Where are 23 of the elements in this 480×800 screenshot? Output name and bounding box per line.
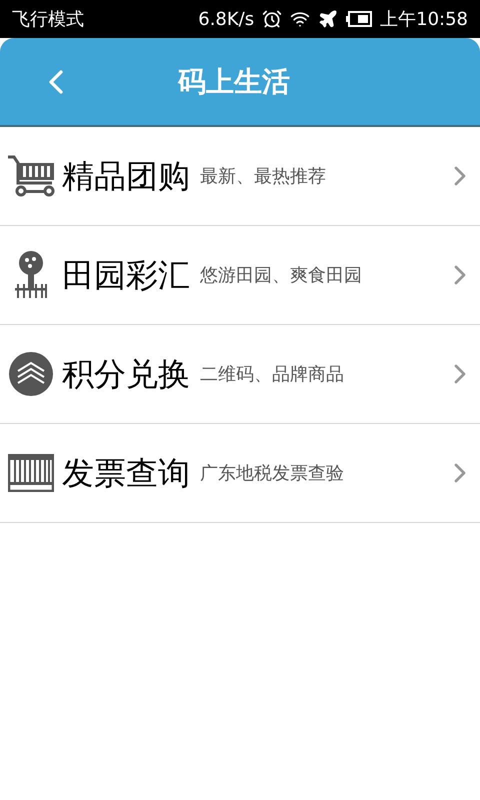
logo-icon (8, 351, 54, 397)
menu-item[interactable]: 田园彩汇 悠游田园、爽食田园 (0, 226, 480, 325)
invoice-icon (8, 454, 54, 492)
item-subtitle: 二维码、品牌商品 (200, 362, 344, 386)
item-title: 发票查询 (62, 453, 190, 494)
tree-icon (13, 250, 49, 300)
item-subtitle: 广东地税发票查验 (200, 462, 344, 486)
alarm-icon (262, 9, 282, 29)
header-title: 码上生活 (178, 64, 290, 100)
cart-icon (6, 154, 56, 198)
menu-item[interactable]: 积分兑换 二维码、品牌商品 (0, 325, 480, 424)
battery-icon (346, 11, 372, 27)
item-subtitle: 悠游田园、爽食田园 (200, 264, 362, 288)
airplane-icon (318, 9, 338, 29)
status-mode: 飞行模式 (12, 8, 84, 32)
item-subtitle: 最新、最热推荐 (200, 164, 326, 188)
status-time: 上午10:58 (380, 8, 468, 32)
item-title: 田园彩汇 (62, 255, 190, 296)
item-title: 积分兑换 (62, 354, 190, 395)
item-title: 精品团购 (62, 156, 190, 197)
network-speed: 6.8K/s (198, 8, 254, 32)
menu-item[interactable]: 精品团购 最新、最热推荐 (0, 127, 480, 226)
menu-item[interactable]: 发票查询 广东地税发票查验 (0, 424, 480, 523)
